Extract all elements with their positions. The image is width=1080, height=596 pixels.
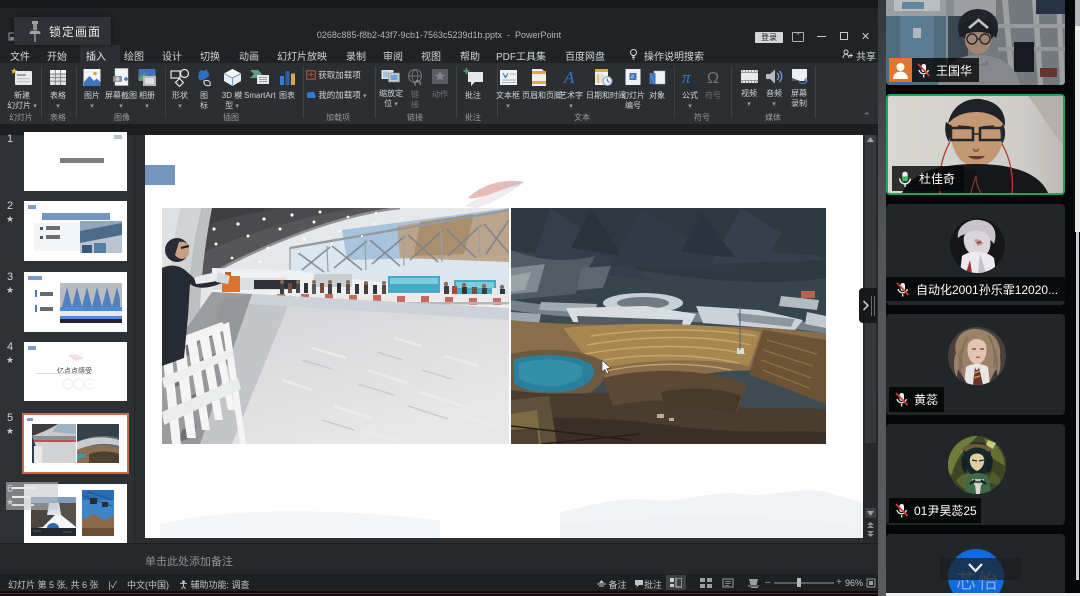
svg-text:π: π <box>682 68 691 87</box>
svg-text:Ω: Ω <box>707 70 719 87</box>
svg-text:A: A <box>563 68 575 87</box>
